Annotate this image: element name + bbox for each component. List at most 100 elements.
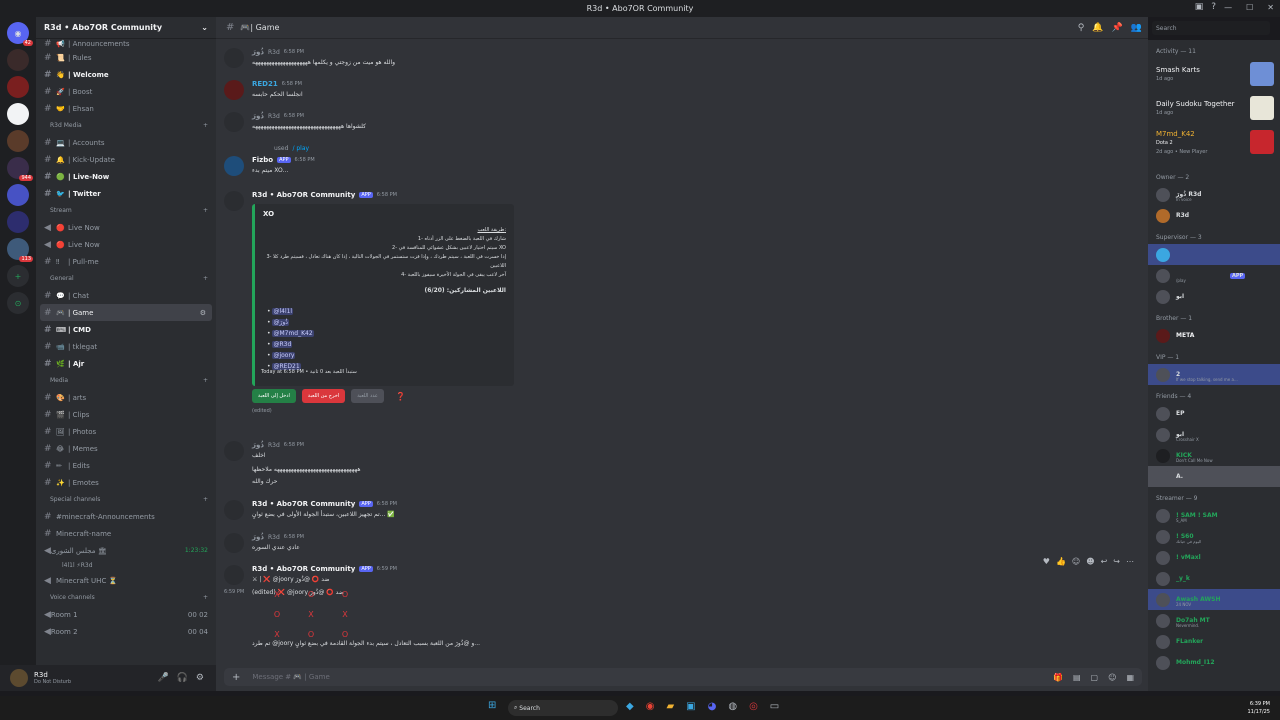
message-author[interactable]: ذُورَ (252, 48, 264, 56)
voice-channel-item[interactable]: ◀ 🔴 Live Now (36, 219, 216, 236)
member-item[interactable]: KICK Don't Call Me Now (1148, 445, 1280, 466)
channel-item[interactable]: # 📢 | Announcements (36, 39, 216, 49)
member-item[interactable]: ! S60 اليوم في حياتك (1148, 526, 1280, 547)
member-item[interactable]: ابو (1148, 286, 1280, 307)
channel-item[interactable]: # 🔔 | Kick-Update (36, 151, 216, 168)
channel-item[interactable]: # 👋 | Welcome (36, 66, 216, 83)
channel-item[interactable]: # ⌨ | CMD (36, 321, 216, 338)
member-item[interactable]: A. (1148, 466, 1280, 487)
server-icon[interactable] (7, 211, 29, 233)
sticker-icon[interactable]: ▢ (1091, 673, 1099, 682)
channel-item[interactable]: # 🎬 | Clips (36, 406, 216, 423)
message-author[interactable]: ذُورَ (252, 533, 264, 541)
category-header[interactable]: Stream + (36, 202, 216, 219)
discover-icon[interactable]: ⊙ (7, 292, 29, 314)
gear-icon[interactable]: ⚙ (196, 673, 204, 683)
plus-icon[interactable]: + (203, 496, 208, 503)
member-item[interactable]: ! SAM ! SAM S_AM (1148, 505, 1280, 526)
windows-start-icon[interactable]: ⊞ (488, 700, 496, 711)
server-icon[interactable] (7, 184, 29, 206)
message-composer[interactable]: + Message # 🎮 | Game 🎁 ▤ ▢ ☺ ▦ (224, 668, 1142, 686)
member-item[interactable]: Mohmd_I12 (1148, 652, 1280, 673)
channel-item[interactable]: # Minecraft-name (36, 525, 216, 542)
voice-channel-item[interactable]: ◀ 🔴 Live Now (36, 236, 216, 253)
members-icon[interactable]: 👥 (1131, 23, 1142, 33)
server-icon[interactable]: 944 (7, 157, 33, 181)
message-author[interactable]: Fizbo (252, 156, 273, 164)
store-icon[interactable]: ▣ (686, 701, 695, 712)
add-reaction-icon[interactable]: ☻ (1086, 557, 1094, 566)
chrome-icon[interactable]: ◉ (646, 701, 655, 712)
deafen-icon[interactable]: 🎧 (177, 673, 188, 683)
member-item[interactable]: R3d (1148, 205, 1280, 226)
board-cell[interactable]: O (328, 627, 362, 641)
channel-item[interactable]: # 📜 | Rules (36, 49, 216, 66)
board-cell[interactable]: O (294, 627, 328, 641)
app-icon[interactable]: ▭ (770, 701, 779, 712)
bell-icon[interactable]: 🔔 (1092, 23, 1103, 33)
server-icon[interactable] (7, 49, 29, 71)
plus-icon[interactable]: + (232, 672, 240, 683)
channel-item[interactable]: # ✏ | Edits (36, 457, 216, 474)
message-author[interactable]: R3d • Abo7OR Community (252, 500, 355, 508)
app-icon[interactable]: ◎ (749, 701, 758, 712)
plus-icon[interactable]: + (203, 377, 208, 384)
channel-item[interactable]: # ✨ | Emotes (36, 474, 216, 491)
plus-icon[interactable]: + (203, 594, 208, 601)
avatar[interactable] (224, 156, 244, 176)
activity-item[interactable]: Smash Karts 1d ago (1148, 58, 1280, 92)
folder-icon[interactable]: ▰ (666, 701, 674, 712)
clock[interactable]: 6:39 PM 11/17/25 (1248, 700, 1270, 716)
category-header[interactable]: General + (36, 270, 216, 287)
member-item[interactable] (1148, 244, 1280, 265)
voice-user[interactable]: l4l1l ⚡R3d (36, 559, 216, 572)
channel-item[interactable]: # 💻 | Accounts (36, 134, 216, 151)
member-item[interactable]: 2 If we stop talking, send me a... (1148, 364, 1280, 385)
plus-icon[interactable]: + (203, 122, 208, 129)
voice-channel-item[interactable]: ◀Room 2 00 04 (36, 623, 216, 640)
help-icon[interactable]: ? (1211, 2, 1216, 12)
heart-icon[interactable]: ♥ (1043, 557, 1050, 566)
message-author[interactable]: ذُورَ (252, 112, 264, 120)
member-item[interactable]: FLanker (1148, 631, 1280, 652)
user-info[interactable]: R3d Do Not Disturb (34, 671, 71, 685)
board-cell[interactable]: O (260, 607, 294, 621)
avatar[interactable] (224, 48, 244, 68)
board-cell[interactable]: X (260, 587, 294, 601)
channel-item[interactable]: # 🎨 | arts (36, 389, 216, 406)
player-mention[interactable]: @l4l1l (272, 308, 294, 315)
member-item[interactable]: ابو Crosshair X (1148, 424, 1280, 445)
taskbar-search[interactable]: ⌕ Search (508, 700, 618, 716)
slash-command[interactable]: / play (292, 145, 309, 152)
channel-item[interactable]: # 🖼 | Photos (36, 423, 216, 440)
member-item[interactable]: ! vMaxl (1148, 547, 1280, 568)
member-item[interactable]: EP (1148, 403, 1280, 424)
server-icon[interactable]: 113 (7, 238, 33, 262)
server-header[interactable]: R3d • Abo7OR Community ⌄ (36, 17, 216, 39)
forward-icon[interactable]: ↪ (1113, 557, 1120, 566)
board-cell[interactable]: X (294, 607, 328, 621)
channel-item[interactable]: # #minecraft-Announcements (36, 508, 216, 525)
emoji-icon[interactable]: ☺ (1108, 673, 1116, 682)
category-header[interactable]: R3d Media + (36, 117, 216, 134)
activity-item[interactable]: M7md_K42 Dota 2 2d ago • New Player (1148, 126, 1280, 166)
maximize-icon[interactable]: ☐ (1246, 3, 1253, 12)
mute-icon[interactable]: 🎤 (157, 673, 168, 683)
player-mention[interactable]: @M7md_K42 (272, 330, 314, 337)
channel-item[interactable]: # 🤝 | Ehsan (36, 100, 216, 117)
gif-icon[interactable]: ▤ (1073, 673, 1081, 682)
member-item[interactable]: ذُورَ R3d In voice (1148, 184, 1280, 205)
leave-game-button[interactable]: اخرج من اللعبة (301, 389, 346, 403)
home-icon[interactable]: ◉ 42 (7, 22, 33, 46)
member-item[interactable]: _y_k (1148, 568, 1280, 589)
reply-icon[interactable]: ↩ (1101, 557, 1108, 566)
category-header[interactable]: Media + (36, 372, 216, 389)
steam-icon[interactable]: ◍ (728, 701, 737, 712)
apps-icon[interactable]: ▦ (1126, 673, 1134, 682)
member-item[interactable]: META (1148, 325, 1280, 346)
board-cell[interactable]: X (260, 627, 294, 641)
channel-item[interactable]: # 🟢 | Live-Now (36, 168, 216, 185)
member-item[interactable]: Awash AWSH 24 NOV (1148, 589, 1280, 610)
channel-item[interactable]: # 💬 | Chat (36, 287, 216, 304)
server-icon[interactable] (7, 130, 29, 152)
